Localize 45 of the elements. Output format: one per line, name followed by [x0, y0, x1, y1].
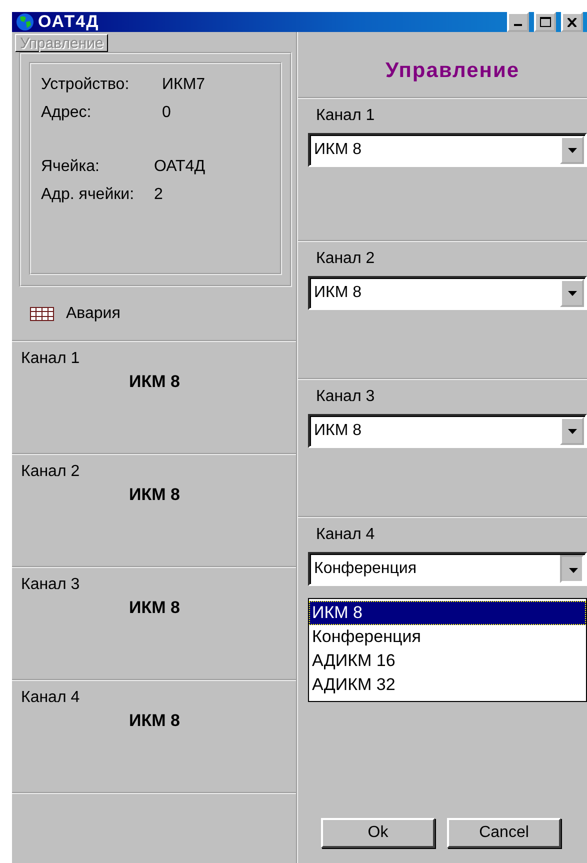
alarm-label: Авария: [66, 304, 120, 322]
minimize-button[interactable]: [507, 12, 529, 32]
channel-value: ИКМ 8: [129, 598, 180, 618]
channel-name: Канал 4: [21, 689, 80, 707]
info-value: 2: [153, 185, 164, 205]
channel-value: ИКМ 8: [129, 485, 180, 505]
channel-name: Канал 3: [21, 576, 80, 594]
channel-value: ИКМ 8: [129, 711, 180, 731]
info-value: 0: [161, 103, 172, 123]
close-icon: [567, 18, 577, 26]
channel-label: Канал 4: [315, 526, 375, 544]
panel-title: Управление: [384, 59, 520, 83]
dropdown-arrow-icon: [568, 148, 576, 152]
dropdown-arrow-button[interactable]: [560, 136, 584, 164]
channel-value: ИКМ 8: [129, 372, 180, 392]
window-title: ОАТ4Д: [38, 12, 100, 32]
dropdown-arrow-icon: [568, 290, 576, 296]
dropdown-arrow-icon: [568, 428, 576, 434]
channel-dropdown[interactable]: ИКМ 8: [308, 133, 587, 167]
info-label: Адр. ячейки:: [41, 185, 134, 205]
channel-label: Канал 1: [315, 107, 375, 125]
dropdown-arrow-button[interactable]: [560, 555, 584, 583]
dropdown-option[interactable]: ИКМ 8: [309, 601, 586, 625]
globe-icon: [16, 13, 34, 31]
channel-name: Канал 1: [21, 350, 80, 368]
ok-button[interactable]: Ok: [321, 818, 435, 848]
channel-dropdown[interactable]: ИКМ 8: [308, 276, 587, 310]
channel-label: Канал 3: [315, 388, 375, 406]
info-label: Адрес:: [41, 103, 92, 123]
close-button[interactable]: [561, 12, 583, 32]
info-value: ОАТ4Д: [153, 157, 206, 177]
grid-icon: [30, 306, 54, 320]
info-label: Устройство:: [41, 75, 130, 95]
dropdown-arrow-button[interactable]: [560, 417, 584, 445]
channel-label: Канал 2: [315, 250, 375, 268]
info-value: ИКМ7: [161, 75, 206, 95]
channel-name: Канал 2: [21, 463, 80, 481]
channel-dropdown[interactable]: Конференция: [308, 552, 587, 586]
maximize-button[interactable]: [534, 12, 556, 32]
info-label: Ячейка:: [41, 157, 100, 177]
cancel-button[interactable]: Cancel: [447, 818, 561, 848]
dropdown-arrow-button[interactable]: [560, 279, 584, 307]
channel-dropdown[interactable]: ИКМ 8: [308, 414, 587, 448]
maximize-icon: [540, 17, 550, 27]
dropdown-arrow-icon: [568, 568, 578, 572]
